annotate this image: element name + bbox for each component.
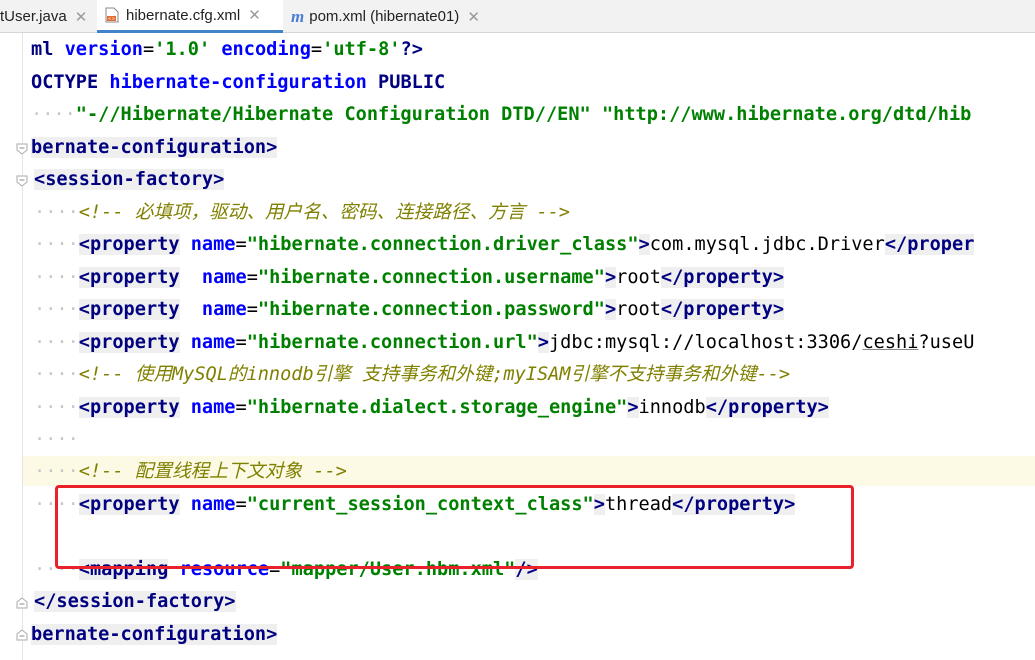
code-line-property-url: ····<property name="hibernate.connection… — [34, 332, 975, 353]
maven-icon: m — [291, 6, 305, 26]
code-line-session-factory-close: </session-factory> — [34, 591, 236, 612]
close-icon[interactable]: ✕ — [248, 6, 261, 24]
svg-text:<>: <> — [108, 16, 116, 22]
tab-hibernate-cfg-xml[interactable]: <> hibernate.cfg.xml ✕ — [97, 0, 283, 33]
code-line-comment-thread-context: ····<!-- 配置线程上下文对象 --> — [34, 461, 347, 482]
fold-marker-icon[interactable] — [15, 142, 29, 156]
editor-tab-bar: tUser.java ✕ <> hibernate.cfg.xml ✕ m po… — [0, 0, 1035, 33]
code-line-comment-required: ····<!-- 必填项，驱动、用户名、密码、连接路径、方言 --> — [34, 202, 571, 223]
code-editor[interactable]: ml version='1.0' encoding='utf-8'?> OCTY… — [0, 33, 1035, 660]
close-icon[interactable]: ✕ — [467, 8, 480, 26]
gutter-divider — [22, 33, 23, 660]
code-line-doctype-dtd: ····"-//Hibernate/Hibernate Configuratio… — [31, 104, 972, 125]
code-line-property-password: ····<property name="hibernate.connection… — [34, 299, 785, 320]
code-line-session-factory-open: <session-factory> — [34, 169, 225, 190]
code-line-hibernate-configuration-open: bernate-configuration> — [31, 137, 278, 158]
code-line-property-username: ····<property name="hibernate.connection… — [34, 267, 785, 288]
fold-end-marker-icon[interactable] — [15, 628, 29, 642]
tab-label: tUser.java — [0, 8, 67, 25]
tab-pom-xml[interactable]: m pom.xml (hibernate01) ✕ — [291, 0, 511, 33]
code-line-hibernate-configuration-close: bernate-configuration> — [31, 624, 278, 645]
highlight-annotation-box — [55, 485, 854, 569]
code-line-comment-innodb: ····<!-- 使用MySQL的innodb引擎 支持事务和外键;myISAM… — [34, 364, 791, 385]
close-icon[interactable]: ✕ — [75, 8, 88, 26]
code-line-xml-declaration: ml version='1.0' encoding='utf-8'?> — [31, 39, 423, 60]
code-line-property-driver-class: ····<property name="hibernate.connection… — [34, 234, 975, 255]
fold-marker-icon[interactable] — [15, 174, 29, 188]
xml-file-icon: <> — [105, 7, 119, 23]
code-line-blank: ···· — [34, 429, 79, 450]
tab-label: pom.xml (hibernate01) — [309, 8, 460, 25]
tab-label: hibernate.cfg.xml — [126, 6, 241, 24]
fold-end-marker-icon[interactable] — [15, 596, 29, 610]
code-line-property-storage-engine: ····<property name="hibernate.dialect.st… — [34, 397, 829, 418]
code-line-doctype: OCTYPE hibernate-configuration PUBLIC — [31, 72, 446, 93]
editor-gutter — [0, 33, 23, 660]
tab-tuser-java[interactable]: tUser.java ✕ — [0, 0, 93, 33]
